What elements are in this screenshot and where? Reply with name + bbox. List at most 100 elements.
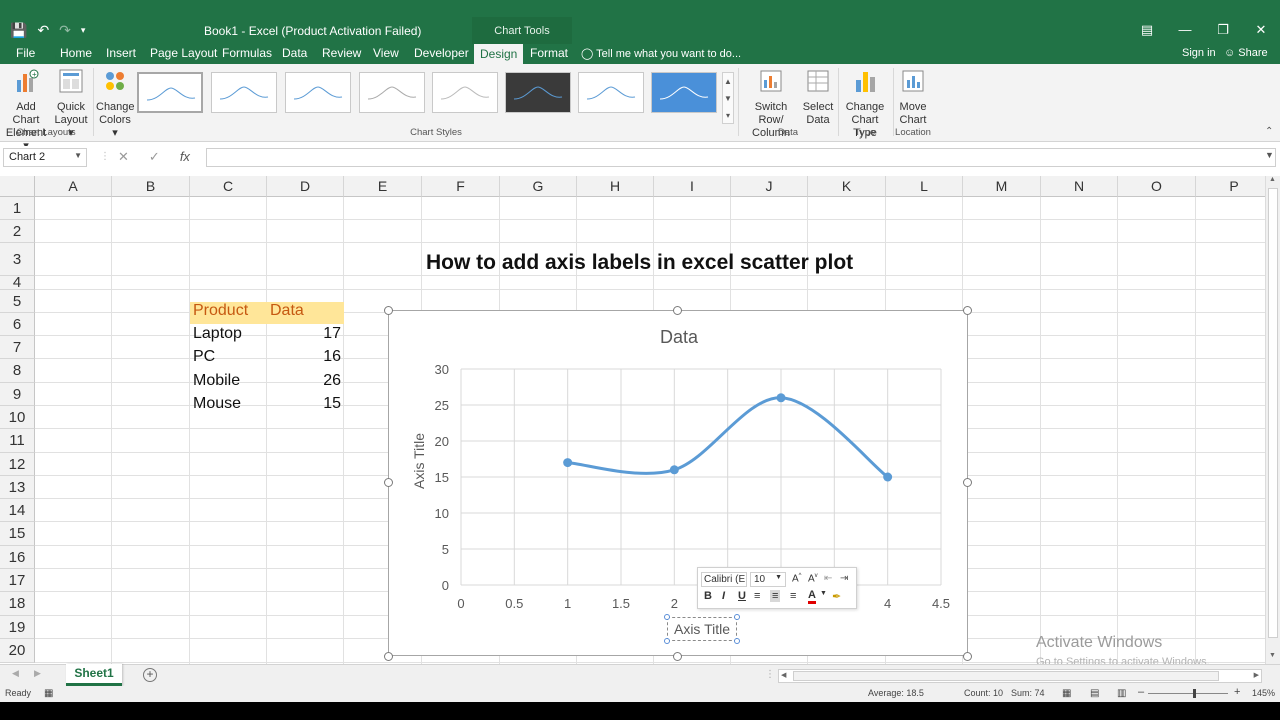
name-box[interactable]: Chart 2 ▼ bbox=[3, 148, 87, 167]
scroll-left-icon[interactable]: ◀ bbox=[781, 671, 786, 679]
column-header[interactable]: K bbox=[808, 176, 886, 197]
redo-icon[interactable]: ↷ bbox=[59, 22, 71, 39]
table-cell-product[interactable]: PC bbox=[190, 348, 267, 366]
resize-handle[interactable] bbox=[963, 306, 972, 315]
chart-style-2[interactable] bbox=[211, 72, 277, 113]
gallery-scroll[interactable]: ▲ ▼ ▾ bbox=[722, 72, 734, 124]
tab-file[interactable]: File bbox=[16, 46, 35, 60]
worksheet-grid[interactable]: ABCDEFGHIJKLMNOP 1 2 3 4 5 6 7 8 9 10 11 12 13 14 15 16… bbox=[0, 176, 1265, 664]
chevron-down-icon[interactable]: ▼ bbox=[820, 590, 827, 597]
resize-handle[interactable] bbox=[963, 478, 972, 487]
row-header[interactable]: 15 bbox=[0, 522, 35, 546]
shrink-font-icon[interactable]: Av bbox=[808, 573, 818, 584]
zoom-level[interactable]: 145% bbox=[1252, 688, 1275, 698]
chart[interactable]: 00.511.522.533.544.5051015202530 Data Ax… bbox=[388, 310, 968, 656]
tell-me-search[interactable]: ◯ Tell me what you want to do... bbox=[581, 47, 741, 60]
resize-handle[interactable] bbox=[384, 478, 393, 487]
chevron-down-icon[interactable]: ▼ bbox=[74, 151, 82, 160]
resize-handle[interactable] bbox=[664, 614, 670, 620]
select-all-button[interactable] bbox=[0, 176, 35, 197]
font-name-box[interactable]: Calibri (E bbox=[701, 572, 747, 587]
row-header[interactable]: 20 bbox=[0, 639, 35, 663]
column-header[interactable]: M bbox=[963, 176, 1041, 197]
add-sheet-icon[interactable]: + bbox=[143, 668, 157, 682]
table-header-product[interactable]: Product bbox=[190, 302, 267, 324]
column-header[interactable]: C bbox=[190, 176, 267, 197]
align-left-icon[interactable]: ≡ bbox=[754, 590, 760, 602]
x-axis-title[interactable]: Axis Title bbox=[667, 617, 737, 641]
table-cell-value[interactable]: 17 bbox=[267, 325, 344, 343]
scroll-thumb[interactable] bbox=[1268, 188, 1278, 638]
chevron-down-icon[interactable]: ▼ bbox=[775, 574, 782, 581]
page-layout-view-icon[interactable]: ▤ bbox=[1090, 688, 1099, 699]
zoom-slider-thumb[interactable] bbox=[1193, 689, 1196, 698]
column-header[interactable]: L bbox=[886, 176, 963, 197]
add-chart-element-button[interactable]: + Add Chart Element ▾ bbox=[3, 68, 49, 153]
column-header[interactable]: I bbox=[654, 176, 731, 197]
table-header-data[interactable]: Data bbox=[267, 302, 344, 324]
previous-sheet-icon[interactable]: ◀ bbox=[12, 668, 19, 679]
page-break-view-icon[interactable]: ▥ bbox=[1117, 688, 1126, 699]
column-header[interactable]: N bbox=[1041, 176, 1118, 197]
grow-font-icon[interactable]: A^ bbox=[792, 573, 802, 584]
chart-style-8[interactable] bbox=[651, 72, 717, 113]
zoom-in-icon[interactable]: + bbox=[1234, 686, 1240, 698]
row-header[interactable]: 5 bbox=[0, 290, 35, 313]
collapse-ribbon-icon[interactable]: ⌃ bbox=[1265, 126, 1273, 137]
chart-plot-area[interactable]: 00.511.522.533.544.5051015202530 bbox=[389, 311, 969, 657]
resize-handle[interactable] bbox=[963, 652, 972, 661]
decrease-indent-icon[interactable]: ⇤ bbox=[824, 573, 832, 584]
row-header[interactable]: 8 bbox=[0, 359, 35, 383]
column-header[interactable]: F bbox=[422, 176, 500, 197]
close-button[interactable]: ✕ bbox=[1242, 20, 1280, 40]
column-header[interactable]: H bbox=[577, 176, 654, 197]
tab-view[interactable]: View bbox=[373, 46, 399, 60]
column-header[interactable]: P bbox=[1196, 176, 1265, 197]
minimize-button[interactable]: — bbox=[1166, 20, 1204, 40]
align-right-icon[interactable]: ≡ bbox=[790, 590, 796, 602]
more-styles-icon[interactable]: ▾ bbox=[723, 107, 733, 124]
row-header[interactable]: 17 bbox=[0, 569, 35, 592]
align-center-icon[interactable]: ≡ bbox=[770, 590, 781, 602]
tab-insert[interactable]: Insert bbox=[106, 46, 136, 60]
table-cell-product[interactable]: Laptop bbox=[190, 325, 267, 343]
row-header[interactable]: 18 bbox=[0, 592, 35, 616]
scroll-thumb[interactable] bbox=[793, 671, 1219, 681]
tab-formulas[interactable]: Formulas bbox=[222, 46, 272, 60]
move-chart-button[interactable]: Move Chart bbox=[896, 68, 930, 127]
chart-style-1[interactable] bbox=[137, 72, 203, 113]
enter-icon[interactable]: ✓ bbox=[149, 149, 160, 165]
normal-view-icon[interactable]: ▦ bbox=[1062, 688, 1071, 699]
tab-developer[interactable]: Developer bbox=[414, 46, 469, 60]
expand-formula-bar-icon[interactable]: ▼ bbox=[1265, 150, 1274, 160]
column-header[interactable]: J bbox=[731, 176, 808, 197]
cancel-icon[interactable]: ✕ bbox=[118, 149, 129, 165]
tab-home[interactable]: Home bbox=[60, 46, 92, 60]
row-header[interactable]: 7 bbox=[0, 336, 35, 359]
resize-handle[interactable] bbox=[734, 614, 740, 620]
resize-handle[interactable] bbox=[734, 638, 740, 644]
chevron-up-icon[interactable]: ▲ bbox=[723, 73, 733, 90]
select-data-button[interactable]: Select Data bbox=[802, 68, 834, 127]
sign-in-link[interactable]: Sign in bbox=[1182, 47, 1216, 59]
restore-button[interactable]: ❐ bbox=[1204, 20, 1242, 40]
table-cell-value[interactable]: 15 bbox=[267, 395, 344, 413]
formula-input[interactable] bbox=[206, 148, 1276, 167]
chart-style-6[interactable] bbox=[505, 72, 571, 113]
italic-button[interactable]: I bbox=[722, 590, 725, 602]
resize-handle[interactable] bbox=[673, 306, 682, 315]
tab-format[interactable]: Format bbox=[530, 46, 568, 60]
increase-indent-icon[interactable]: ⇥ bbox=[840, 573, 848, 584]
sheet-tab-sheet1[interactable]: Sheet1 bbox=[66, 664, 122, 686]
resize-handle[interactable] bbox=[664, 638, 670, 644]
scroll-up-icon[interactable]: ▲ bbox=[1269, 176, 1276, 183]
underline-button[interactable]: U bbox=[738, 590, 746, 602]
format-painter-icon[interactable]: ✒ bbox=[832, 590, 841, 603]
row-header[interactable]: 10 bbox=[0, 406, 35, 429]
row-header[interactable]: 14 bbox=[0, 499, 35, 522]
font-color-button[interactable]: A bbox=[808, 590, 816, 604]
row-header[interactable]: 3 bbox=[0, 243, 35, 276]
tab-data[interactable]: Data bbox=[282, 46, 307, 60]
save-icon[interactable]: 💾 bbox=[10, 22, 27, 39]
chart-title[interactable]: Data bbox=[389, 327, 969, 348]
